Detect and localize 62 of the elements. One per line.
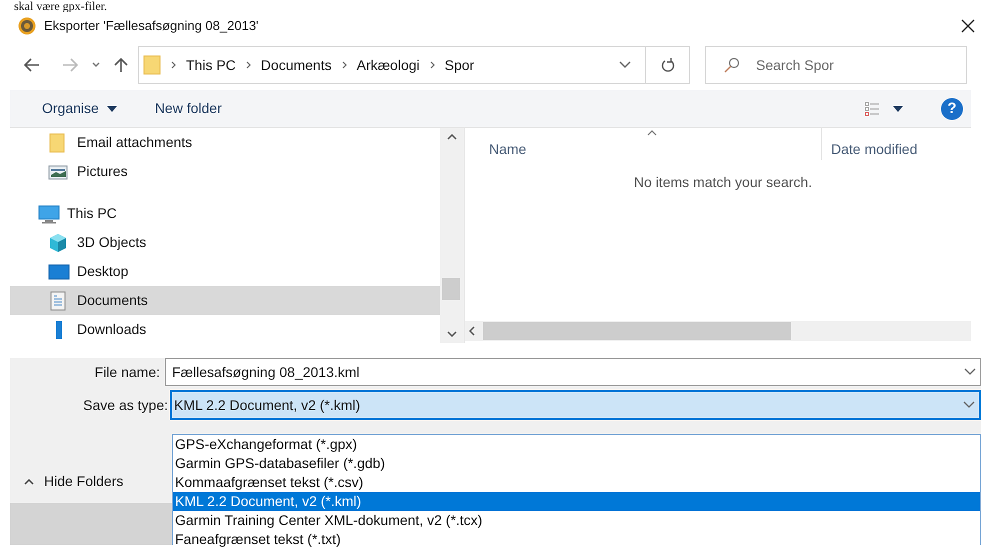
dropdown-option[interactable]: KML 2.2 Document, v2 (*.kml) [173,492,980,511]
help-button[interactable]: ? [941,98,963,120]
chevron-right-icon [430,61,435,69]
close-icon[interactable] [961,19,975,33]
desktop-icon [48,262,70,282]
nav-item[interactable]: Email attachments [10,128,440,157]
chevron-right-icon [342,61,347,69]
save-as-type-dropdown[interactable]: KML 2.2 Document, v2 (*.kml) [170,390,981,420]
hide-folders-button[interactable]: Hide Folders [24,471,124,492]
dropdown-option[interactable]: Faneafgrænset tekst (*.txt) [173,530,980,549]
sort-caret-icon[interactable] [647,130,657,136]
window-title: Eksporter 'Fællesafsøgning 08_2013' [44,17,259,36]
nav-item[interactable]: This PC [10,199,440,228]
new-folder-button[interactable]: New folder [154,98,222,119]
file-name-field[interactable]: Fællesafsøgning 08_2013.kml [165,358,981,386]
dropdown-option[interactable]: Garmin Training Center XML-dokument, v2 (*.tcx) [173,511,980,530]
horizontal-scrollbar[interactable] [465,321,971,341]
refresh-icon [660,57,674,73]
column-header[interactable]: Date modified [831,139,918,160]
nav-item[interactable]: Desktop [10,257,440,286]
search-placeholder: Search Spor [756,56,834,75]
breadcrumb[interactable]: Documents [260,54,332,76]
scroll-thumb[interactable] [483,322,791,340]
field-label: File name: [94,362,161,382]
chevron-down-icon[interactable] [964,368,976,376]
folder-icon [143,55,161,75]
empty-message: No items match your search. [634,173,812,192]
view-options-icon[interactable] [865,102,879,116]
breadcrumb[interactable]: This PC [186,54,236,76]
address-bar[interactable]: This PC Documents Arkæologi Spor [138,46,690,84]
organise-button[interactable]: Organise [42,98,117,119]
scroll-down-icon[interactable] [447,331,457,337]
search-field[interactable]: Search Spor [705,46,967,84]
dropdown-option[interactable]: Garmin GPS-databasefiler (*.gdb) [173,454,980,473]
downloads-icon [56,320,62,338]
chevron-down-icon[interactable] [963,401,975,409]
caret-down-icon [106,106,117,112]
dropdown-option[interactable]: Kommaafgrænset tekst (*.csv) [173,473,980,492]
up-arrow-icon[interactable] [114,57,128,73]
pc-icon [38,204,60,224]
chevron-up-icon [24,478,34,484]
breadcrumb[interactable]: Arkæologi [356,54,420,76]
back-arrow-icon[interactable] [24,58,40,72]
scroll-up-icon[interactable] [447,134,457,140]
chevron-right-icon [246,61,251,69]
scroll-thumb[interactable] [442,278,460,300]
chevron-down-icon[interactable] [619,61,631,69]
chevron-right-icon [171,61,176,69]
search-icon [724,57,740,73]
vertical-scrollbar[interactable] [440,128,464,343]
dropdown-option[interactable]: GPS-eXchangeformat (*.gpx) [173,435,980,454]
chevron-down-icon[interactable] [92,62,100,68]
scroll-left-icon[interactable] [469,326,475,336]
column-header[interactable]: Name [489,139,821,160]
nav-item[interactable]: Documents [10,286,440,315]
caret-down-icon[interactable] [893,106,903,112]
nav-item[interactable]: 3D Objects [10,228,440,257]
nav-item[interactable]: Downloads [10,315,440,343]
nav-item[interactable]: Pictures [10,157,440,186]
breadcrumb[interactable]: Spor [444,54,474,76]
field-label: Save as type: [82,396,169,415]
app-icon [18,17,36,35]
